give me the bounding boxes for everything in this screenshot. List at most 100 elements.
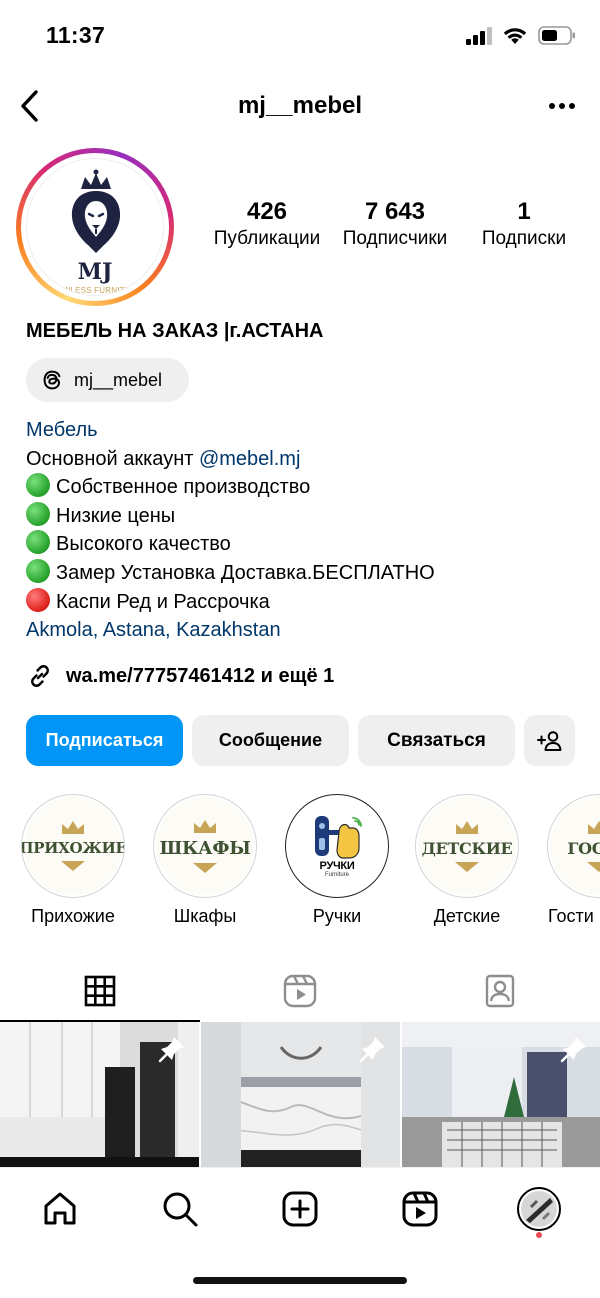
red-circle-icon — [26, 587, 50, 612]
highlight-label: Ручки — [312, 906, 362, 926]
highlight-label: Шкафы — [173, 906, 237, 926]
profile-avatar: MJ FLAWLESS FURNITURE — [26, 158, 164, 296]
home-icon — [44, 1192, 76, 1225]
tab-posts-grid[interactable] — [0, 962, 200, 1020]
bio-mention-link[interactable]: @mebel.mj — [199, 448, 300, 470]
bio-line-1-text: Собственное производство — [56, 476, 311, 499]
highlight-label: Прихожие — [31, 906, 115, 926]
highlight-cover-text: ГОСТИ — [567, 838, 600, 858]
profile-link[interactable]: wa.me/77757461412 и ещё 1 — [26, 660, 334, 692]
stat-followers-label: Подписчики — [342, 228, 448, 249]
more-horizontal-icon — [549, 103, 575, 109]
posts-grid — [0, 1022, 600, 1167]
lion-crown-logo-icon — [71, 169, 121, 253]
profile-link-text: wa.me/77757461412 и ещё 1 — [66, 664, 335, 687]
highlight-shkafy[interactable]: ШКАФЫ Шкафы — [150, 794, 260, 927]
bio-line-5-text: Каспи Ред и Рассрочка — [56, 590, 270, 613]
avatar-brand-subtitle: FLAWLESS FURNITURE — [47, 286, 143, 295]
nav-reels[interactable] — [395, 1184, 445, 1234]
green-circle-icon — [26, 501, 50, 526]
highlight-cover-text: РУЧКИ — [319, 860, 355, 872]
bio-line-4-text: Замер Установка Доставка.БЕСПЛАТНО — [56, 561, 435, 584]
status-bar: 11:37 — [0, 0, 600, 72]
highlight-cover-subtext: Furniture — [324, 872, 349, 878]
contact-button[interactable]: Связаться — [358, 715, 515, 766]
add-user-icon — [536, 730, 561, 751]
profile-avatar-story-ring[interactable]: MJ FLAWLESS FURNITURE — [16, 148, 174, 306]
threads-icon — [43, 370, 61, 390]
profile-category: Мебель — [26, 419, 98, 441]
tagged-person-icon — [485, 974, 515, 1008]
shield-banner-icon — [587, 861, 600, 872]
notification-dot — [536, 1232, 542, 1238]
threads-badge[interactable]: mj__mebel — [26, 358, 189, 402]
pin-icon — [560, 1037, 586, 1063]
highlight-detskie[interactable]: ДЕТСКИЕ Детские — [412, 794, 522, 927]
profile-display-name: МЕБЕЛЬ НА ЗАКАЗ |г.АСТАНА — [26, 320, 324, 342]
shield-banner-icon — [455, 861, 479, 872]
stat-following-value: 1 — [517, 198, 531, 225]
bio-line-1: Собственное производство — [26, 473, 586, 502]
pin-icon — [359, 1037, 385, 1063]
create-post-icon — [282, 1191, 318, 1227]
home-indicator — [193, 1277, 407, 1284]
crown-icon — [456, 820, 478, 834]
follow-button[interactable]: Подписаться — [26, 715, 183, 766]
nav-profile[interactable] — [514, 1184, 564, 1234]
highlight-label: Детские — [433, 906, 501, 926]
search-icon — [163, 1192, 198, 1227]
crown-icon — [194, 819, 216, 833]
bio-main-prefix: Основной аккаунт — [26, 447, 199, 470]
profile-location[interactable]: Akmola, Astana, Kazakhstan — [26, 616, 586, 645]
shield-banner-icon — [193, 862, 217, 873]
bio-line-5: Каспи Ред и Рассрочка — [26, 587, 586, 617]
header-username: mj__mebel — [237, 92, 363, 119]
crown-icon — [62, 821, 84, 834]
message-button[interactable]: Сообщение — [192, 715, 349, 766]
threads-handle: mj__mebel — [74, 369, 163, 390]
post-thumbnail[interactable] — [201, 1022, 400, 1167]
post-thumbnail[interactable] — [0, 1022, 199, 1167]
grid-icon — [84, 975, 116, 1007]
stat-followers-value: 7 643 — [364, 198, 426, 225]
bio-line-2-text: Низкие цены — [56, 504, 176, 527]
green-circle-icon — [26, 530, 50, 555]
post-thumbnail[interactable] — [402, 1022, 600, 1167]
green-circle-icon — [26, 558, 50, 583]
reels-icon — [283, 974, 317, 1008]
profile-avatar-icon — [517, 1187, 561, 1231]
highlight-label: Гости — [548, 906, 594, 926]
tab-tagged[interactable] — [400, 962, 600, 1020]
nav-home[interactable] — [35, 1184, 85, 1234]
highlight-gosti[interactable]: ГОСТИ Гости — [544, 794, 600, 927]
profile-header: mj__mebel — [0, 80, 600, 132]
status-time: 11:37 — [46, 22, 106, 48]
stat-followers[interactable]: 7 643 Подписчики — [336, 198, 454, 250]
stat-following-label: Подписки — [481, 228, 567, 249]
green-circle-icon — [26, 473, 50, 498]
nav-create[interactable] — [275, 1184, 325, 1234]
profile-bio: Мебель Основной аккаунт @mebel.mj Собств… — [26, 416, 586, 645]
stat-posts[interactable]: 426 Публикации — [210, 198, 324, 250]
status-icons — [466, 26, 576, 45]
nav-search[interactable] — [155, 1184, 205, 1234]
link-icon — [31, 665, 49, 687]
cellular-signal-icon — [466, 26, 492, 45]
more-options-button[interactable] — [542, 88, 582, 124]
profile-tabs — [0, 962, 600, 1022]
highlight-cover-text: ДЕТСКИЕ — [421, 838, 513, 858]
profile-stats: 426 Публикации 7 643 Подписчики 1 Подпис… — [200, 198, 590, 258]
stat-following[interactable]: 1 Подписки — [468, 198, 580, 250]
crown-icon — [588, 820, 600, 834]
bio-line-2: Низкие цены — [26, 501, 586, 531]
stat-posts-label: Публикации — [213, 228, 321, 249]
tab-reels[interactable] — [200, 962, 400, 1020]
highlight-prihozhie[interactable]: ПРИХОЖИЕ Прихожие — [18, 794, 128, 927]
highlight-ruchki[interactable]: РУЧКИ Furniture Ручки — [282, 794, 392, 927]
bio-line-3-text: Высокого качество — [56, 533, 231, 556]
suggested-users-button[interactable] — [524, 715, 575, 766]
door-handle-hand-icon — [315, 816, 362, 859]
bio-line-4: Замер Установка Доставка.БЕСПЛАТНО — [26, 558, 586, 588]
shield-banner-icon — [61, 861, 85, 871]
battery-icon — [538, 26, 575, 45]
